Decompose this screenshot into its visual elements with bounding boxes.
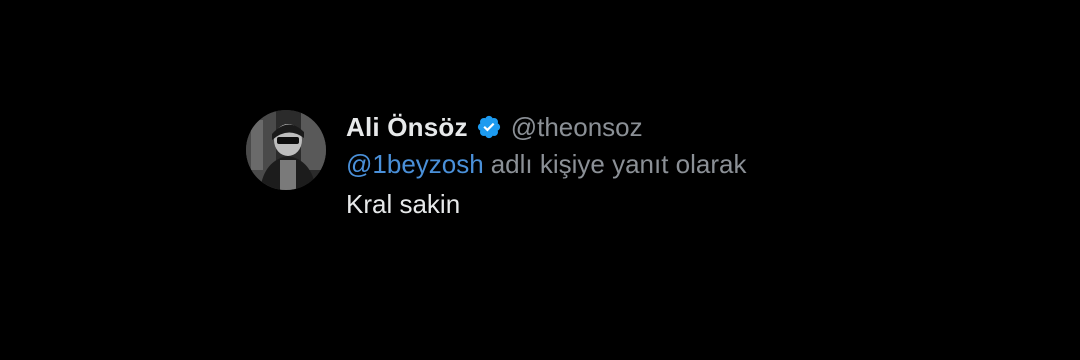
- reply-mention-link[interactable]: @1beyzosh: [346, 149, 484, 180]
- tweet[interactable]: Ali Önsöz @theonsoz @1beyzosh adlı kişiy…: [246, 110, 747, 221]
- screenshot-canvas: Ali Önsöz @theonsoz @1beyzosh adlı kişiy…: [0, 0, 1080, 360]
- reply-context-text: adlı kişiye yanıt olarak: [490, 148, 747, 179]
- verified-badge-icon: [475, 113, 503, 141]
- user-handle[interactable]: @theonsoz: [511, 112, 643, 143]
- display-name[interactable]: Ali Önsöz: [346, 112, 468, 143]
- profile-avatar[interactable]: [246, 110, 326, 190]
- tweet-body: Kral sakin: [346, 188, 461, 219]
- tweet-content: Ali Önsöz @theonsoz @1beyzosh adlı kişiy…: [346, 110, 747, 221]
- tweet-header: Ali Önsöz @theonsoz: [346, 110, 747, 144]
- reply-context: @1beyzosh adlı kişiye yanıt olarak: [346, 147, 747, 181]
- avatar-photo: [246, 110, 326, 190]
